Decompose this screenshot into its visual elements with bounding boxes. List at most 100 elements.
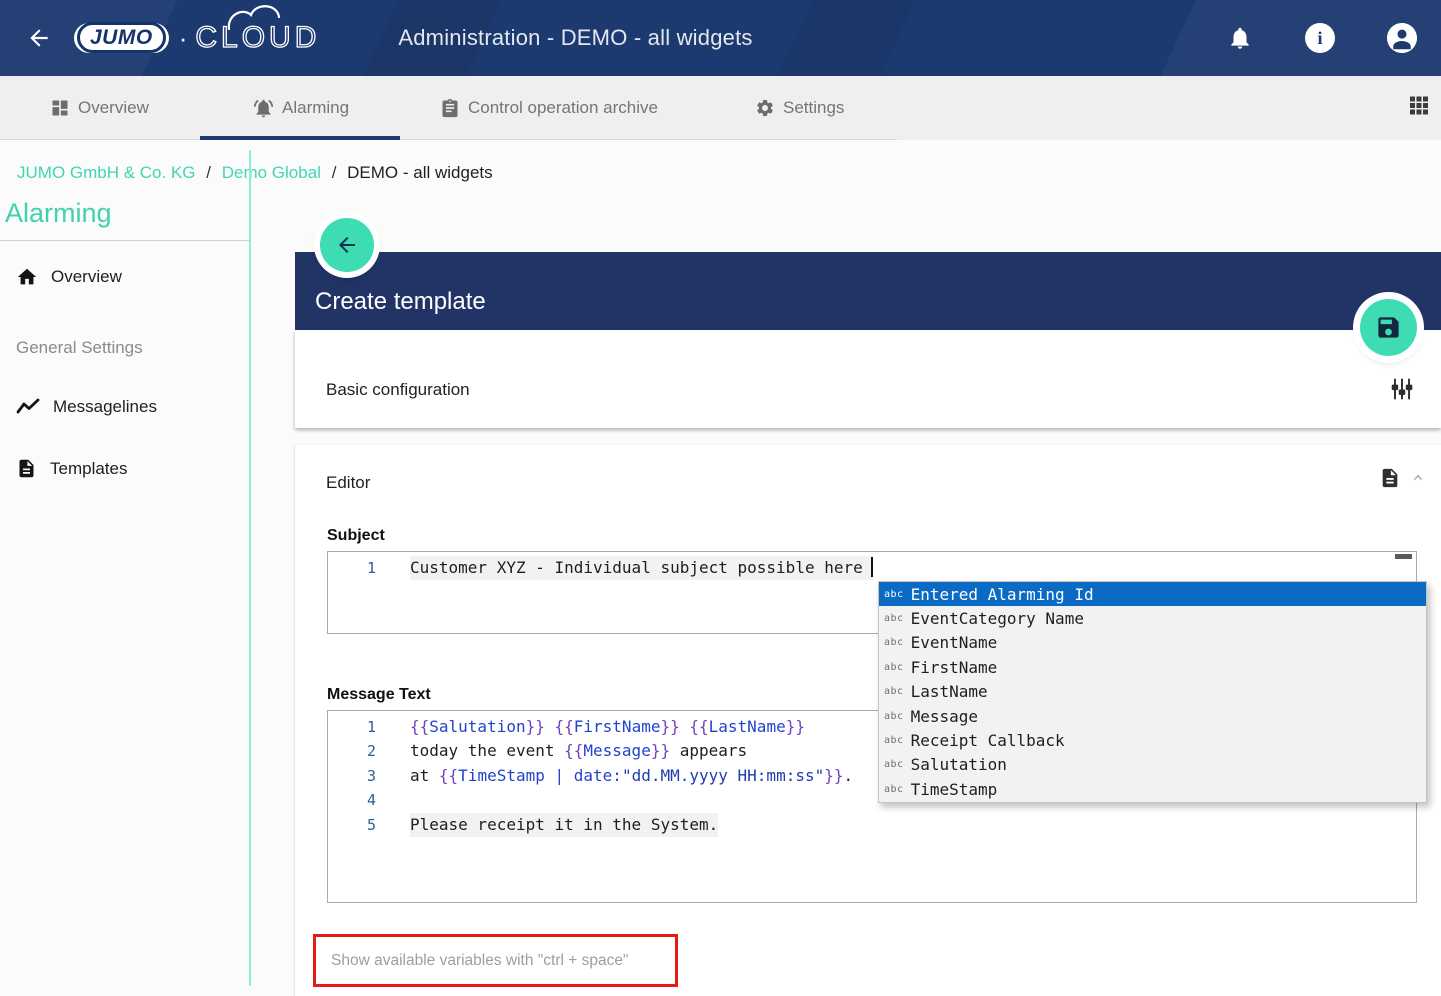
autocomplete-item[interactable]: abc Receipt Callback bbox=[879, 728, 1426, 752]
sidebar-item-label: Messagelines bbox=[53, 397, 157, 417]
sidebar-item-messagelines[interactable]: Messagelines bbox=[16, 397, 157, 417]
abc-icon: abc bbox=[884, 613, 904, 624]
sidebar-item-general-settings[interactable]: General Settings bbox=[16, 338, 143, 358]
abc-icon: abc bbox=[884, 662, 904, 673]
autocomplete-item[interactable]: abc Salutation bbox=[879, 753, 1426, 777]
autocomplete-item[interactable]: abcMessage bbox=[879, 704, 1426, 728]
code-segment: . bbox=[844, 766, 854, 785]
line-number: 1 bbox=[328, 556, 376, 580]
sidebar-item-templates[interactable]: Templates bbox=[16, 458, 127, 479]
autocomplete-dropdown: abcEntered Alarming Id abc EventCategory N… bbox=[878, 581, 1427, 803]
code-segment: Salutation bbox=[429, 717, 525, 736]
code-segment: TimeStamp | date: bbox=[458, 766, 622, 785]
subject-label: Subject bbox=[327, 527, 385, 545]
basic-configuration-label: Basic configuration bbox=[326, 380, 470, 400]
basic-configuration-card: Basic configuration bbox=[295, 330, 1441, 428]
app-bar: JUMO · CLOUD Administration - DEMO - all… bbox=[0, 0, 1441, 76]
abc-icon: abc bbox=[884, 711, 904, 722]
save-fab-button[interactable] bbox=[1360, 299, 1417, 356]
alarm-bell-icon bbox=[253, 98, 274, 119]
subject-scrollbar-thumb[interactable] bbox=[1395, 554, 1412, 559]
gear-icon bbox=[755, 98, 775, 118]
autocomplete-label: Salutation bbox=[911, 755, 1007, 774]
autocomplete-label: LastName bbox=[911, 682, 988, 701]
save-floppy-icon bbox=[1375, 314, 1402, 341]
code-line-text: at {{TimeStamp | date:"dd.MM.yyyy HH:mm:… bbox=[410, 764, 853, 788]
sidebar-divider bbox=[0, 240, 250, 241]
autocomplete-item[interactable]: abcFirstName bbox=[879, 655, 1426, 679]
line-number: 4 bbox=[328, 788, 376, 812]
tune-sliders-icon[interactable] bbox=[1389, 376, 1415, 402]
tab-bar: Overview Alarming Control operation arch… bbox=[0, 76, 1441, 140]
back-fab-button[interactable] bbox=[320, 218, 374, 272]
sidebar-item-label: Templates bbox=[50, 459, 127, 479]
line-number: 3 bbox=[328, 764, 376, 788]
chevron-up-icon[interactable] bbox=[1411, 471, 1425, 485]
code-segment: Please receipt it in the System. bbox=[410, 815, 718, 834]
autocomplete-item[interactable]: abc EventCategory Name bbox=[879, 606, 1426, 630]
abc-icon: abc bbox=[884, 686, 904, 697]
code-segment: {{ bbox=[689, 717, 708, 736]
code-line-text: today the event {{Message}} appears bbox=[410, 739, 747, 763]
tab-settings[interactable]: Settings bbox=[755, 76, 844, 140]
sidebar-right-border bbox=[249, 150, 251, 986]
tab-label: Control operation archive bbox=[468, 98, 658, 118]
tab-control-operation-archive[interactable]: Control operation archive bbox=[440, 76, 658, 140]
code-segment: at bbox=[410, 766, 439, 785]
breadcrumb-link-demo-global[interactable]: Demo Global bbox=[222, 163, 321, 182]
breadcrumb-separator: / bbox=[332, 163, 337, 182]
editor-card: Editor Subject 1Customer XYZ - Individua… bbox=[295, 445, 1441, 996]
code-line-text: Please receipt it in the System. bbox=[410, 813, 718, 837]
autocomplete-item[interactable]: abcEntered Alarming Id bbox=[879, 582, 1426, 606]
back-arrow-icon bbox=[335, 233, 359, 257]
abc-icon: abc bbox=[884, 784, 904, 795]
autocomplete-list: abcEntered Alarming Id abc EventCategory N… bbox=[879, 582, 1426, 802]
code-segment: Message bbox=[583, 741, 650, 760]
autocomplete-label: EventCategory Name bbox=[911, 609, 1084, 628]
abc-icon: abc bbox=[884, 735, 904, 746]
code-line-text: {{Salutation}} {{FirstName}} {{LastName}… bbox=[410, 715, 805, 739]
page-title: Create template bbox=[315, 288, 486, 316]
autocomplete-label: Receipt Callback bbox=[911, 731, 1065, 750]
account-button[interactable] bbox=[1387, 23, 1417, 53]
code-segment: {{ bbox=[410, 717, 429, 736]
active-tab-underline bbox=[200, 136, 400, 140]
autocomplete-label: TimeStamp bbox=[911, 780, 998, 799]
abc-icon: abc bbox=[884, 759, 904, 770]
apps-grid-icon bbox=[1407, 94, 1431, 118]
jumo-cloud-logo[interactable]: JUMO · CLOUD bbox=[74, 23, 320, 54]
notifications-bell-icon[interactable] bbox=[1227, 25, 1253, 51]
breadcrumb-link-company[interactable]: JUMO GmbH & Co. KG bbox=[17, 163, 196, 182]
line-number: 2 bbox=[328, 739, 376, 763]
cloud-outline-icon bbox=[225, 1, 315, 31]
breadcrumb-separator: / bbox=[206, 163, 211, 182]
code-line[interactable]: 5Please receipt it in the System. bbox=[328, 813, 1416, 837]
code-segment: {{ bbox=[564, 741, 583, 760]
code-segment: }} bbox=[526, 717, 545, 736]
sidebar-item-overview[interactable]: Overview bbox=[16, 266, 122, 288]
document-icon[interactable] bbox=[1379, 467, 1401, 489]
code-segment: {{ bbox=[555, 717, 574, 736]
tab-label: Alarming bbox=[282, 98, 349, 118]
autocomplete-item[interactable]: abcEventName bbox=[879, 631, 1426, 655]
appbar-back-button[interactable] bbox=[22, 21, 56, 55]
tab-alarming[interactable]: Alarming bbox=[253, 76, 349, 140]
apps-grid-button[interactable] bbox=[1407, 94, 1431, 123]
code-line[interactable]: 1Customer XYZ - Individual subject possi… bbox=[328, 556, 1416, 580]
code-segment bbox=[545, 717, 555, 736]
clipboard-icon bbox=[440, 98, 460, 118]
code-segment: }} bbox=[786, 717, 805, 736]
code-segment: }} bbox=[824, 766, 843, 785]
abc-icon: abc bbox=[884, 637, 904, 648]
sidebar-item-label: Overview bbox=[51, 267, 122, 287]
autocomplete-item[interactable]: abc TimeStamp bbox=[879, 777, 1426, 801]
info-button[interactable]: i bbox=[1305, 23, 1335, 53]
subject-code: 1Customer XYZ - Individual subject possi… bbox=[328, 556, 1416, 580]
document-icon bbox=[16, 458, 37, 479]
jumo-logo-pill: JUMO bbox=[74, 23, 169, 53]
autocomplete-item[interactable]: abc LastName bbox=[879, 680, 1426, 704]
variables-hint-box: Show available variables with "ctrl + sp… bbox=[313, 934, 678, 987]
code-segment bbox=[680, 717, 690, 736]
tab-overview[interactable]: Overview bbox=[50, 76, 149, 140]
message-text-label: Message Text bbox=[327, 686, 431, 704]
